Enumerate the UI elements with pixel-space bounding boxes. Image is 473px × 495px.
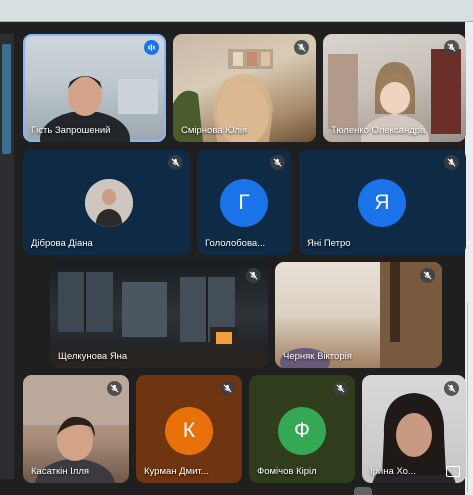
- speaking-indicator-icon: [144, 40, 159, 55]
- left-edge-panel: [0, 34, 14, 479]
- avatar: Г: [220, 179, 268, 227]
- participant-name: Смірнова Юлія: [181, 125, 248, 136]
- pin-icon[interactable]: [446, 466, 460, 477]
- participant-tile[interactable]: Ірина Хо...: [362, 375, 466, 483]
- participant-tile[interactable]: Касаткін Ілля: [23, 375, 129, 483]
- right-edge-panel: [465, 22, 473, 495]
- participant-name: Гололобова...: [205, 238, 266, 249]
- avatar: Ф: [278, 407, 326, 455]
- avatar: Я: [358, 179, 406, 227]
- participant-name: Діброва Діана: [31, 238, 93, 249]
- window-frame-top: [0, 0, 473, 22]
- mic-muted-icon: [168, 155, 183, 170]
- participant-name: Курман Дмит...: [144, 466, 209, 477]
- participant-tile[interactable]: Гість Запрошений: [23, 34, 166, 142]
- participant-name: Яні Петро: [307, 238, 351, 249]
- mic-muted-icon: [107, 381, 122, 396]
- participant-tile[interactable]: Смірнова Юлія: [173, 34, 316, 142]
- mic-muted-icon: [220, 381, 235, 396]
- participant-name: Гість Запрошений: [31, 125, 111, 136]
- mic-muted-icon: [294, 40, 309, 55]
- mic-muted-icon: [270, 155, 285, 170]
- participant-tile[interactable]: Г Гололобова...: [197, 149, 292, 255]
- participant-tile[interactable]: К Курман Дмит...: [136, 375, 242, 483]
- avatar: [85, 179, 133, 227]
- mic-muted-icon: [444, 40, 459, 55]
- participant-tile[interactable]: Діброва Діана: [23, 149, 190, 255]
- participant-tile[interactable]: Ф Фомічов Кіріл: [249, 375, 355, 483]
- mic-muted-icon: [420, 268, 435, 283]
- participant-name: Ірина Хо...: [370, 466, 416, 477]
- participant-tile[interactable]: Я Яні Петро: [299, 149, 466, 255]
- participant-name: Касаткін Ілля: [31, 466, 90, 477]
- participant-name: Черняк Вікторія: [283, 351, 352, 362]
- participant-tile[interactable]: Щелкунова Яна: [50, 262, 268, 368]
- scroll-handle[interactable]: [354, 487, 372, 495]
- mic-muted-icon: [444, 381, 459, 396]
- mic-muted-icon: [444, 155, 459, 170]
- avatar: К: [165, 407, 213, 455]
- mic-muted-icon: [333, 381, 348, 396]
- mic-muted-icon: [246, 268, 261, 283]
- participant-tile[interactable]: Тюленко Олександра: [323, 34, 466, 142]
- participant-name: Тюленко Олександра: [331, 125, 426, 136]
- participant-tile[interactable]: Черняк Вікторія: [275, 262, 442, 368]
- participant-name: Фомічов Кіріл: [257, 466, 317, 477]
- participant-name: Щелкунова Яна: [58, 351, 128, 362]
